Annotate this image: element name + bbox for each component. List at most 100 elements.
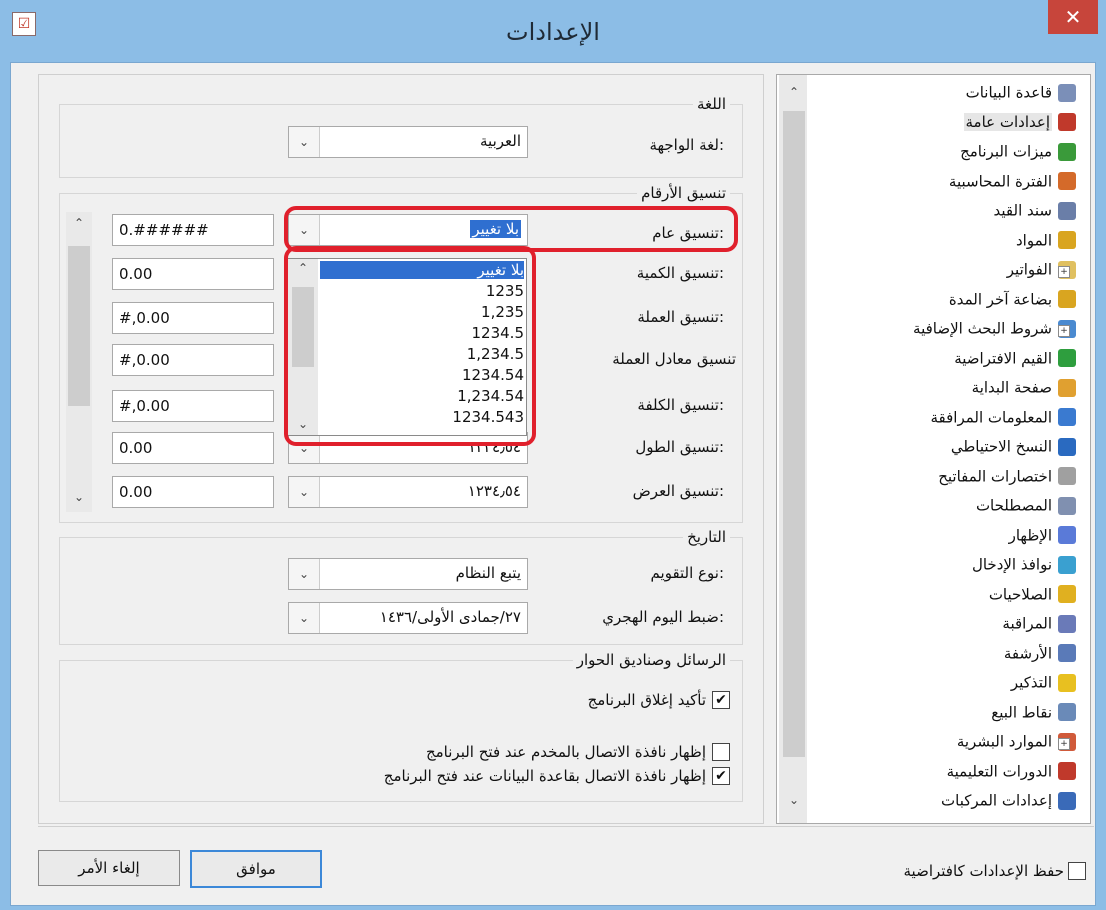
width-format-text[interactable]: 0.00 bbox=[112, 476, 274, 508]
tree-item-label: إعدادات عامة bbox=[963, 113, 1052, 131]
length-format-text[interactable]: 0.00 bbox=[112, 432, 274, 464]
tree-item-label: المراقبة bbox=[1002, 614, 1052, 633]
tree-item[interactable]: الأرشفة bbox=[1004, 644, 1076, 669]
tree-item[interactable]: إعدادات المركبات bbox=[941, 791, 1076, 816]
document-icon bbox=[1058, 201, 1076, 220]
general-format-text[interactable]: 0.###### bbox=[112, 214, 274, 246]
tree-item-label: نوافذ الإدخال bbox=[971, 555, 1052, 574]
tree-item[interactable]: بضاعة آخر المدة bbox=[949, 290, 1076, 315]
tree-item[interactable]: اختصارات المفاتيح bbox=[938, 467, 1076, 492]
paperclip-icon bbox=[1058, 644, 1076, 662]
tree-item[interactable]: شروط البحث الإضافية bbox=[913, 319, 1076, 344]
tree-item-label: سند القيد bbox=[993, 201, 1052, 220]
currency-equivalent-format-text[interactable]: #,0.00 bbox=[112, 344, 274, 376]
tree-item-label: المصطلحات bbox=[975, 496, 1052, 515]
tree-item[interactable]: النسخ الاحتياطي bbox=[951, 437, 1076, 462]
ok-button[interactable]: موافق bbox=[190, 850, 322, 888]
confirm-close-checkbox[interactable]: ✔ bbox=[712, 691, 730, 709]
date-group-title: التاريخ bbox=[683, 528, 730, 546]
tree-scroll-thumb[interactable] bbox=[783, 111, 805, 757]
chevron-down-icon[interactable]: ⌄ bbox=[789, 793, 799, 807]
tree-item-label: إعدادات المركبات bbox=[941, 791, 1052, 810]
hijri-adjust-combo[interactable]: ⌄ ٢٧/جمادى الأولى/١٤٣٦ bbox=[288, 602, 528, 634]
settings-check-icon bbox=[1058, 762, 1076, 780]
quantity-format-text[interactable]: 0.00 bbox=[112, 258, 274, 290]
tree-item-label: الدورات التعليمية bbox=[946, 762, 1052, 780]
settings-window: ☑ الإعدادات ✕ اللغة لغة الواجهة: ⌄ العرب… bbox=[0, 0, 1106, 910]
expand-icon[interactable]: + bbox=[1058, 266, 1070, 278]
tree-item-label: الموارد البشرية bbox=[956, 732, 1052, 751]
tree-item-label: الأرشفة bbox=[1003, 644, 1052, 662]
show-database-connection-checkbox[interactable]: ✔ bbox=[712, 767, 730, 785]
tree-item-label: قاعدة البيانات bbox=[965, 83, 1052, 102]
cancel-button[interactable]: إلغاء الأمر bbox=[38, 850, 180, 886]
close-button[interactable]: ✕ bbox=[1048, 0, 1098, 34]
tree-item-label: الصلاحيات bbox=[988, 585, 1052, 603]
cost-format-text[interactable]: #,0.00 bbox=[112, 390, 274, 422]
tree-item[interactable]: المعلومات المرافقة bbox=[930, 408, 1076, 433]
calendar-type-combo[interactable]: ⌄ يتبع النظام bbox=[288, 558, 528, 590]
tree-item[interactable]: نقاط البيع bbox=[991, 703, 1076, 728]
tree-item[interactable]: قاعدة البيانات bbox=[966, 83, 1076, 108]
monitor-icon bbox=[1058, 614, 1076, 633]
tree-item[interactable]: المصطلحات bbox=[976, 496, 1076, 521]
cost-format-label: تنسيق الكلفة: bbox=[637, 396, 724, 414]
tree-item-label: التذكير bbox=[1010, 673, 1052, 692]
expand-icon[interactable]: + bbox=[1058, 325, 1070, 337]
interface-language-label: لغة الواجهة: bbox=[649, 136, 724, 154]
tree-item[interactable]: سند القيد bbox=[994, 201, 1076, 226]
tree-item[interactable]: الإظهار bbox=[1009, 526, 1076, 551]
tree-item-label: القيم الافتراضية bbox=[954, 349, 1052, 367]
scroll-thumb[interactable] bbox=[68, 246, 90, 406]
tree-item-label: الإظهار bbox=[1008, 526, 1052, 544]
display-icon bbox=[1058, 526, 1076, 544]
currency-equivalent-format-label: تنسيق معادل العملة bbox=[612, 350, 736, 368]
chevron-down-icon[interactable]: ⌄ bbox=[289, 603, 320, 633]
edit-window-icon bbox=[1058, 555, 1076, 574]
tree-item[interactable]: صفحة البداية bbox=[972, 378, 1076, 403]
settings-tree[interactable]: ⌃ ⌄ قاعدة البيانات إعدادات عامة ميزات البر… bbox=[776, 74, 1091, 824]
chevron-down-icon[interactable]: ⌄ bbox=[289, 127, 320, 157]
dropdown-highlight bbox=[284, 246, 536, 446]
messages-group-title: الرسائل وصناديق الحوار bbox=[572, 651, 730, 669]
currency-format-label: تنسيق العملة: bbox=[637, 308, 724, 326]
settings-panel: اللغة لغة الواجهة: ⌄ العربية تنسيق الأرق… bbox=[38, 74, 764, 824]
tree-item-label: النسخ الاحتياطي bbox=[950, 437, 1052, 456]
title-bar[interactable]: ☑ الإعدادات ✕ bbox=[0, 0, 1106, 62]
tree-item[interactable]: المواد bbox=[1016, 231, 1076, 256]
info-icon bbox=[1058, 408, 1076, 426]
number-format-group-title: تنسيق الأرقام bbox=[637, 184, 730, 202]
width-format-combo[interactable]: ⌄ ١٢٣٤٫٥٤ bbox=[288, 476, 528, 508]
currency-format-text[interactable]: #,0.00 bbox=[112, 302, 274, 334]
show-server-connection-checkbox[interactable] bbox=[712, 743, 730, 761]
save-default-label: حفظ الإعدادات كافتراضية bbox=[903, 862, 1064, 880]
window-title: الإعدادات bbox=[506, 18, 600, 46]
date-group: التاريخ نوع التقويم: ضبط اليوم الهجري: ⌄… bbox=[59, 528, 743, 645]
tree-item-label: اختصارات المفاتيح bbox=[938, 467, 1052, 485]
chevron-down-icon[interactable]: ⌄ bbox=[289, 559, 320, 589]
pos-icon bbox=[1058, 703, 1076, 721]
tree-item-label: الفواتير bbox=[1006, 260, 1052, 279]
chevron-up-icon[interactable]: ⌃ bbox=[789, 85, 799, 99]
tree-item[interactable]: القيم الافتراضية bbox=[954, 349, 1076, 374]
tree-item[interactable]: إعدادات عامة bbox=[963, 113, 1076, 138]
calendar-icon bbox=[1058, 172, 1076, 190]
expand-icon[interactable]: + bbox=[1058, 738, 1070, 750]
save-default-checkbox[interactable] bbox=[1068, 862, 1086, 880]
chevron-up-icon[interactable]: ⌃ bbox=[74, 216, 84, 230]
tree-item[interactable]: ميزات البرنامج bbox=[960, 142, 1076, 167]
tree-item[interactable]: الدورات التعليمية bbox=[947, 762, 1076, 787]
tree-item[interactable]: التذكير bbox=[1011, 673, 1076, 698]
chevron-down-icon[interactable]: ⌄ bbox=[289, 477, 320, 507]
tree-scrollbar[interactable]: ⌃ ⌄ bbox=[779, 75, 807, 823]
glossary-icon bbox=[1058, 496, 1076, 515]
chevron-down-icon[interactable]: ⌄ bbox=[74, 490, 84, 504]
tree-item[interactable]: المراقبة bbox=[1002, 614, 1076, 639]
format-scrollbar[interactable]: ⌃ ⌄ bbox=[66, 212, 92, 512]
tree-item[interactable]: الصلاحيات bbox=[989, 585, 1076, 610]
interface-language-combo[interactable]: ⌄ العربية bbox=[288, 126, 528, 158]
width-format-label: تنسيق العرض: bbox=[632, 482, 724, 500]
tree-item[interactable]: الفترة المحاسبية bbox=[949, 172, 1076, 197]
tree-item[interactable]: نوافذ الإدخال bbox=[972, 555, 1076, 580]
bell-icon bbox=[1058, 673, 1076, 692]
